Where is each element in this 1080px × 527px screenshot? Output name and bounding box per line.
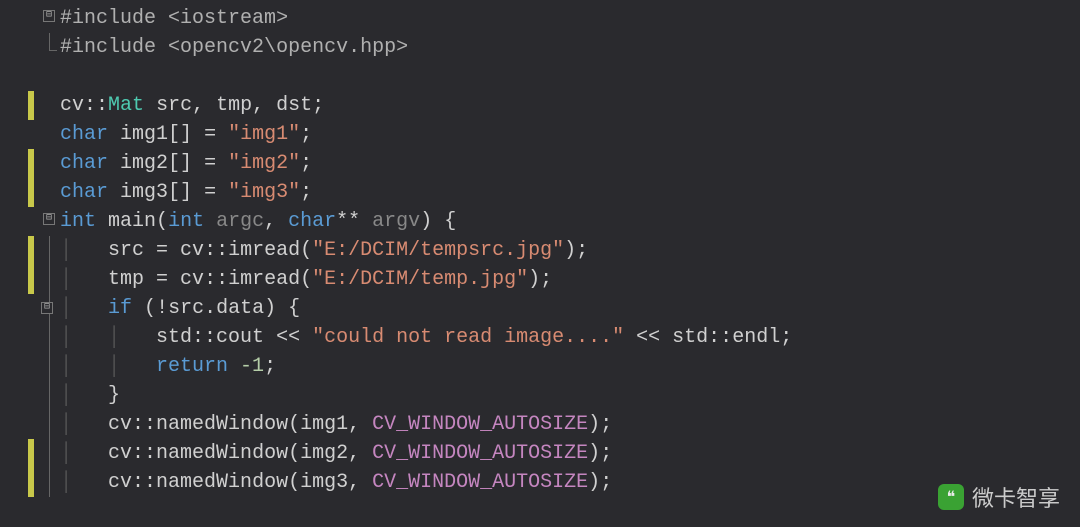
gutter (0, 4, 38, 33)
code-line: │ │ std::cout << "could not read image..… (0, 323, 1080, 352)
code-line: cv::Mat src, tmp, dst; (0, 91, 1080, 120)
wechat-icon: ❝ (938, 484, 964, 510)
watermark-text: 微卡智享 (972, 481, 1060, 513)
code-content: #include <iostream> (60, 7, 1080, 30)
fold-column[interactable]: ⊟ (38, 207, 60, 236)
change-marker (28, 236, 34, 265)
fold-minus-icon[interactable]: ⊟ (41, 302, 53, 314)
change-marker (28, 265, 34, 294)
change-marker (28, 149, 34, 178)
change-marker (28, 178, 34, 207)
fold-minus-icon[interactable]: ⊟ (43, 213, 55, 225)
fold-column[interactable]: ⊟ (38, 294, 60, 323)
code-line: char img1[] = "img1"; (0, 120, 1080, 149)
code-line: ⊟ │ if (!src.data) { (0, 294, 1080, 323)
change-marker (28, 439, 34, 468)
change-marker (28, 91, 34, 120)
code-line: char img2[] = "img2"; (0, 149, 1080, 178)
code-line: char img3[] = "img3"; (0, 178, 1080, 207)
code-line: #include <opencv2\opencv.hpp> (0, 33, 1080, 62)
watermark: ❝ 微卡智享 (938, 481, 1060, 513)
code-line: │ cv::namedWindow(img3, CV_WINDOW_AUTOSI… (0, 468, 1080, 497)
code-line: │ src = cv::imread("E:/DCIM/tempsrc.jpg"… (0, 236, 1080, 265)
code-line: ⊟ int main(int argc, char** argv) { (0, 207, 1080, 236)
fold-column[interactable]: ⊟ (38, 4, 60, 33)
fold-column (38, 33, 60, 62)
code-line: ⊟ #include <iostream> (0, 4, 1080, 33)
fold-minus-icon[interactable]: ⊟ (43, 10, 55, 22)
code-line: │ } (0, 381, 1080, 410)
code-line (0, 62, 1080, 91)
code-content: #include <opencv2\opencv.hpp> (60, 36, 1080, 59)
code-line: │ cv::namedWindow(img1, CV_WINDOW_AUTOSI… (0, 410, 1080, 439)
code-line: │ tmp = cv::imread("E:/DCIM/temp.jpg"); (0, 265, 1080, 294)
gutter (0, 33, 38, 62)
code-line: │ cv::namedWindow(img2, CV_WINDOW_AUTOSI… (0, 439, 1080, 468)
code-line: │ │ return -1; (0, 352, 1080, 381)
code-editor[interactable]: ⊟ #include <iostream> #include <opencv2\… (0, 0, 1080, 527)
change-marker (28, 468, 34, 497)
